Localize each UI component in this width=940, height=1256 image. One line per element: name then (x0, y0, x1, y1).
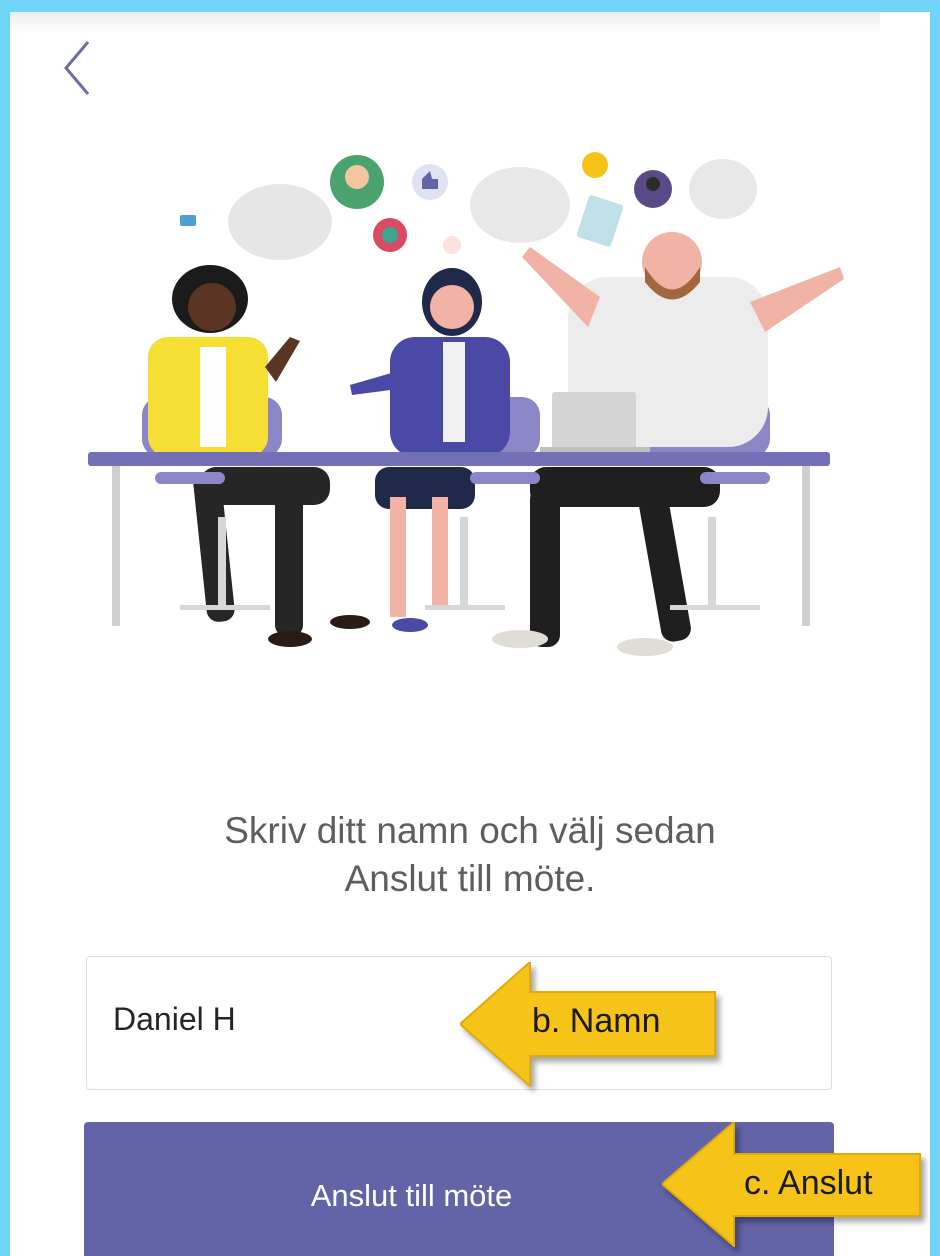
join-callout: c. Anslut (660, 1119, 927, 1249)
name-input-value: Daniel H (113, 1001, 236, 1037)
meeting-illustration (88, 152, 844, 656)
instruction-line-2: Anslut till möte. (344, 858, 596, 899)
video-icon (180, 215, 196, 226)
document-icon (576, 195, 624, 247)
status-bar-shade (10, 12, 880, 34)
meeting-table (88, 452, 830, 466)
chevron-left-icon (64, 41, 90, 95)
back-button[interactable] (52, 36, 102, 100)
speech-bubble (228, 184, 332, 260)
speech-bubble (689, 159, 757, 219)
join-meeting-label: Anslut till möte (310, 1178, 513, 1213)
emoji-icon (443, 236, 461, 254)
app-screen: Skriv ditt namn och välj sedan Anslut ti… (10, 12, 930, 1256)
speech-bubble (470, 167, 570, 243)
smile-icon (582, 152, 608, 178)
instruction-text: Skriv ditt namn och välj sedan Anslut ti… (70, 807, 870, 903)
laptop (552, 392, 636, 450)
instruction-line-1: Skriv ditt namn och välj sedan (224, 810, 716, 851)
name-callout: b. Namn (458, 959, 725, 1089)
join-callout-label: c. Anslut (744, 1164, 873, 1202)
name-callout-label: b. Namn (532, 1002, 661, 1040)
